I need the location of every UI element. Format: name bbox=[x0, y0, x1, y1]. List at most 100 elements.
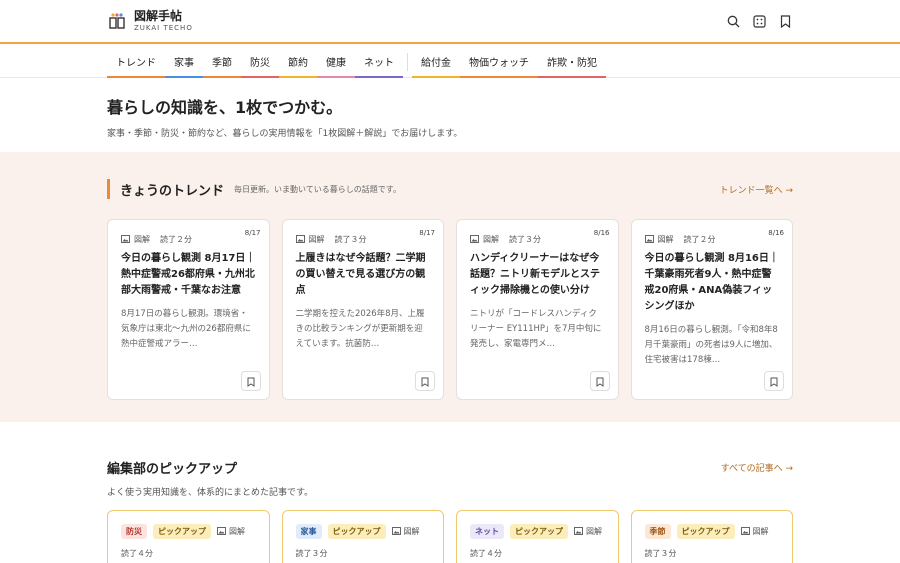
nav-underline bbox=[538, 76, 606, 78]
picks-title: 編集部のピックアップ bbox=[107, 462, 238, 477]
card-type: 図解 bbox=[229, 527, 245, 536]
all-articles-link[interactable]: すべての記事へ → bbox=[721, 461, 793, 474]
image-icon bbox=[391, 526, 401, 537]
card-read-time: 読了４分 bbox=[121, 549, 153, 558]
bookmark-icon bbox=[596, 372, 604, 391]
card-read-time: 読了３分 bbox=[644, 549, 677, 558]
category-tag[interactable]: 防災 bbox=[121, 524, 147, 539]
trend-card[interactable]: 8/16 図解 読了３分 ハンディクリーナーはなぜ今話題？ニトリ新モデルとスティック掃… bbox=[456, 219, 619, 400]
picks-subtitle: よく使う実用知識を、体系的にまとめた記事です。 bbox=[107, 488, 314, 498]
trend-card[interactable]: 8/17 図解 読了３分 上履きはなぜ今話題？二学期の買い替えで見る選び方の観点 二学期… bbox=[281, 219, 444, 400]
nav-underline bbox=[317, 76, 355, 78]
nav-item[interactable]: 節約 bbox=[279, 54, 317, 78]
image-icon bbox=[121, 234, 130, 245]
category-grid-icon[interactable] bbox=[752, 14, 766, 28]
nav-item[interactable]: ネット bbox=[355, 54, 403, 78]
trend-note: 毎日更新。いま動いている暮らしの話題です。 bbox=[234, 184, 401, 194]
trend-list-link[interactable]: トレンド一覧へ → bbox=[720, 183, 793, 196]
nav-separator bbox=[407, 53, 408, 71]
nav-item[interactable]: トレンド bbox=[107, 54, 165, 78]
trend-card[interactable]: 8/17 図解 読了２分今日の暮らし観測 8月17日｜熱中症警戒26都府県・九州北部… bbox=[107, 219, 270, 400]
card-read-time: 読了３分 bbox=[509, 235, 541, 244]
hero-description: 家事・季節・防災・節約など、暮らしの実用情報を「1枚図解＋解説」でお届けします。 bbox=[107, 129, 463, 139]
nav-label: 健康 bbox=[326, 58, 346, 69]
bookmark-icon bbox=[421, 372, 429, 391]
nav-underline bbox=[241, 76, 279, 78]
bookmark-button[interactable] bbox=[240, 371, 261, 391]
nav-item[interactable]: 防災 bbox=[241, 54, 279, 78]
bookmark-button[interactable] bbox=[415, 371, 435, 391]
bookmark-icon bbox=[247, 372, 255, 391]
category-tag[interactable]: 家事 bbox=[295, 524, 322, 539]
pickup-tag: ピックアップ bbox=[676, 524, 735, 539]
nav-label: 節約 bbox=[288, 58, 308, 69]
nav-item[interactable]: 物価ウォッチ bbox=[460, 54, 538, 78]
book-logo-icon bbox=[108, 12, 126, 30]
image-icon bbox=[740, 526, 750, 537]
image-icon bbox=[644, 234, 654, 245]
bookmark-button[interactable] bbox=[589, 371, 610, 391]
nav-label: 季節 bbox=[212, 58, 232, 69]
card-type: 図解 bbox=[657, 235, 674, 244]
nav-underline bbox=[279, 76, 317, 78]
pickup-tag: ピックアップ bbox=[327, 524, 386, 539]
card-read-time: 読了３分 bbox=[295, 549, 328, 558]
site-header: 図解手帖 ZUKAI TECHO bbox=[0, 0, 900, 44]
nav-underline bbox=[165, 76, 203, 78]
card-type: 図解 bbox=[403, 527, 420, 536]
trend-card[interactable]: 8/16 図解 読了２分今日の暮らし観測 8月16日｜千葉豪雨死者9人・熱中症警戒2… bbox=[630, 219, 793, 400]
pickup-tag: ピックアップ bbox=[153, 524, 211, 539]
card-type: 図解 bbox=[308, 235, 325, 244]
card-read-time: 読了２分 bbox=[160, 235, 192, 244]
pick-card[interactable]: 季節ピックアップ図解読了３分梅雨のカビ対策と部屋干 bbox=[630, 510, 793, 563]
bookmark-icon[interactable] bbox=[778, 14, 792, 28]
nav-label: 物価ウォッチ bbox=[469, 58, 529, 69]
bookmark-icon bbox=[770, 372, 778, 391]
nav-item[interactable]: 季節 bbox=[203, 54, 241, 78]
nav-label: 家事 bbox=[174, 58, 194, 69]
card-title[interactable]: 上履きはなぜ今話題？二学期の買い替えで見る選び方の観点 bbox=[296, 251, 431, 299]
image-icon bbox=[470, 234, 479, 245]
card-title[interactable]: ハンディクリーナーはなぜ今話題？ニトリ新モデルとスティック掃除機との使い分け bbox=[470, 251, 605, 299]
nav-underline bbox=[107, 76, 165, 78]
bookmark-button[interactable] bbox=[764, 371, 784, 391]
image-icon bbox=[217, 526, 226, 537]
search-icon[interactable] bbox=[726, 14, 740, 28]
nav-label: トレンド bbox=[116, 58, 156, 69]
pick-card[interactable]: 防災ピックアップ図解読了４分防災備蓄の基本｜最低限 bbox=[107, 510, 270, 563]
hero-section: 暮らしの知識を、1枚でつかむ。 家事・季節・防災・節約など、暮らしの実用情報を「… bbox=[0, 78, 900, 152]
hero-title: 暮らしの知識を、1枚でつかむ。 bbox=[107, 98, 343, 117]
category-tag[interactable]: 季節 bbox=[644, 524, 671, 539]
picks-section: 編集部のピックアップ すべての記事へ → よく使う実用知識を、体系的にまとめた記… bbox=[0, 422, 900, 563]
card-description: 8月17日の暮らし観測。環境省・気象庁は東北〜九州の26都府県に熱中症警戒アラー… bbox=[121, 309, 251, 349]
nav-item[interactable]: 詐欺・防犯 bbox=[538, 54, 606, 78]
card-read-time: 読了２分 bbox=[683, 235, 716, 244]
nav-item[interactable]: 給付金 bbox=[412, 54, 460, 78]
card-read-time: 読了４分 bbox=[470, 549, 502, 558]
nav-underline bbox=[355, 76, 403, 78]
card-type: 図解 bbox=[752, 527, 769, 536]
image-icon bbox=[295, 234, 305, 245]
card-title[interactable]: 今日の暮らし観測 8月16日｜千葉豪雨死者9人・熱中症警戒20府県・ANA偽装フ… bbox=[645, 251, 780, 315]
card-description: 二学期を控えた2026年8月、上履きの比較ランキングが更新期を迎えています。抗菌… bbox=[295, 309, 425, 349]
nav-underline bbox=[203, 76, 241, 78]
trend-section: きょうのトレンド 毎日更新。いま動いている暮らしの話題です。 トレンド一覧へ →… bbox=[0, 152, 900, 422]
nav-label: 給付金 bbox=[421, 58, 451, 69]
category-nav: トレンド 家事 季節 防災 節約 健康 ネット 給付金 物価ウォッチ 詐欺・防犯 bbox=[0, 44, 900, 78]
nav-label: ネット bbox=[364, 58, 394, 69]
image-icon bbox=[574, 526, 583, 537]
nav-label: 防災 bbox=[250, 58, 270, 69]
nav-item[interactable]: 家事 bbox=[165, 54, 203, 78]
pick-card[interactable]: ネットピックアップ図解読了４分ネット通販で気をつける bbox=[456, 510, 619, 563]
card-read-time: 読了３分 bbox=[334, 235, 367, 244]
card-date: 8/17 bbox=[244, 229, 261, 237]
nav-item[interactable]: 健康 bbox=[317, 54, 355, 78]
site-logo[interactable]: 図解手帖 ZUKAI TECHO bbox=[108, 10, 193, 32]
category-tag[interactable]: ネット bbox=[470, 524, 504, 539]
card-title[interactable]: 今日の暮らし観測 8月17日｜熱中症警戒26都府県・九州北部大雨警戒・千葉なお注… bbox=[121, 251, 256, 299]
card-date: 8/16 bbox=[768, 229, 784, 237]
card-type: 図解 bbox=[586, 527, 602, 536]
card-type: 図解 bbox=[134, 235, 150, 244]
site-title: 図解手帖 bbox=[134, 9, 183, 23]
pick-card[interactable]: 家事ピックアップ図解読了３分食品保存の基本｜冷蔵 bbox=[281, 510, 444, 563]
